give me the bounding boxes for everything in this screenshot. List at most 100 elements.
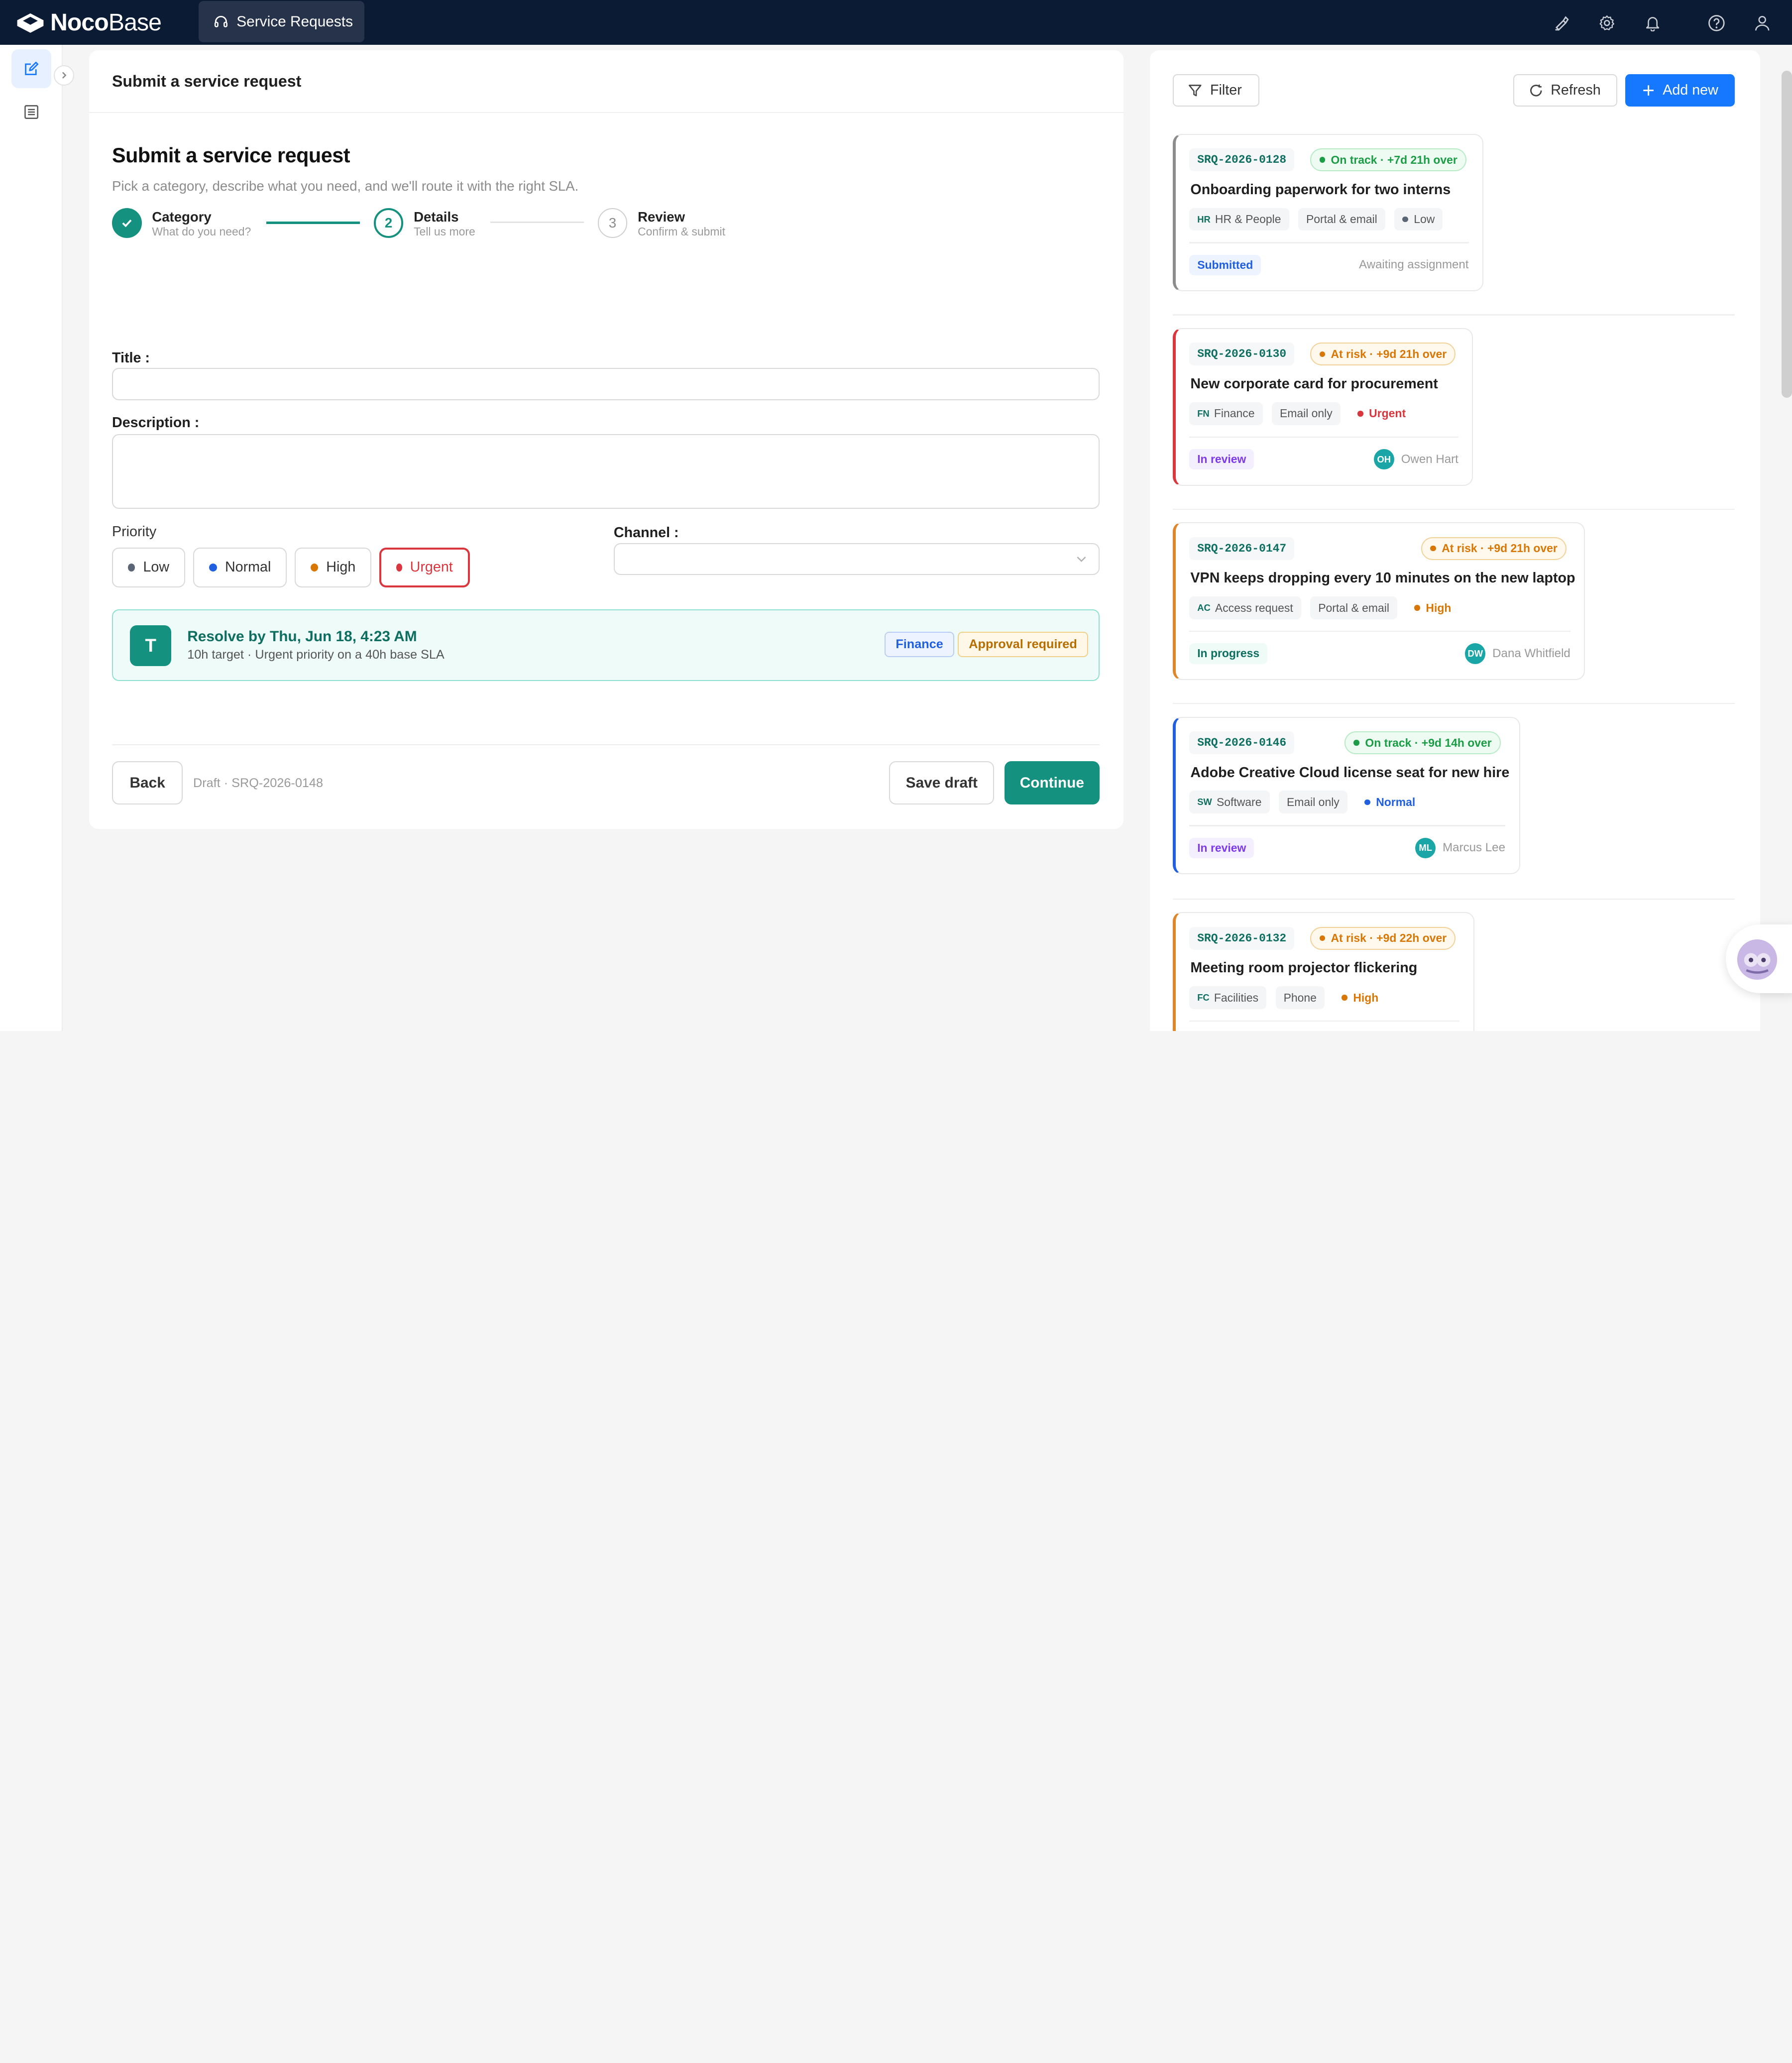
check-icon <box>122 219 132 228</box>
page-scrollbar[interactable] <box>1782 71 1792 398</box>
help-button[interactable] <box>1705 11 1728 34</box>
back-button[interactable]: Back <box>112 761 183 805</box>
channel-chip: Portal & email <box>1298 208 1385 231</box>
priority-dot <box>1414 605 1420 611</box>
step-3-number: 3 <box>597 208 628 238</box>
request-chips: FC Facilities Phone High <box>1189 986 1396 1009</box>
priority-low-label: Low <box>143 559 170 575</box>
priority-chip: Low <box>1394 208 1443 231</box>
app-logo[interactable]: Noco Base <box>15 0 162 45</box>
user-icon <box>1755 15 1770 31</box>
sla-status-text: At risk · +9d 22h over <box>1331 931 1447 945</box>
priority-high-button[interactable]: High <box>295 547 372 588</box>
sla-status-text: At risk · +9d 21h over <box>1331 347 1447 360</box>
channel-select[interactable] <box>613 543 1100 575</box>
description-textarea[interactable] <box>112 434 1100 509</box>
request-id: SRQ-2026-0147 <box>1189 537 1295 560</box>
request-chips: AC Access request Portal & email High <box>1189 596 1468 620</box>
service-request-form-card: Submit a service request Submit a servic… <box>89 50 1123 829</box>
filter-button-label: Filter <box>1210 82 1242 98</box>
sla-summary-banner: T Resolve by Thu, Jun 18, 4:23 AM 10h ta… <box>112 609 1100 682</box>
sla-status-badge: On track · +9d 14h over <box>1344 731 1501 754</box>
status-badge: In review <box>1189 837 1254 858</box>
filter-icon <box>1189 84 1202 96</box>
plus-icon <box>1643 85 1654 96</box>
department-chip: FC Facilities <box>1189 986 1267 1009</box>
brush-icon <box>1555 16 1569 31</box>
save-draft-button[interactable]: Save draft <box>889 761 995 805</box>
assignee: DW Dana Whitfield <box>1465 643 1570 664</box>
title-input[interactable] <box>112 368 1100 400</box>
logo-text-light: Base <box>108 8 162 36</box>
department-abbr: AC <box>1197 602 1211 613</box>
status-badge: Submitted <box>1189 254 1261 275</box>
refresh-button[interactable]: Refresh <box>1513 74 1617 107</box>
step-2-desc: Tell us more <box>414 225 475 238</box>
request-chips: FN Finance Email only Urgent <box>1189 402 1423 425</box>
refresh-button-label: Refresh <box>1551 82 1601 98</box>
department-abbr: SW <box>1197 797 1212 807</box>
user-menu-button[interactable] <box>1751 11 1774 34</box>
priority-dot <box>1357 411 1363 417</box>
card-separator <box>1189 436 1458 438</box>
sla-status-dot <box>1353 740 1359 746</box>
priority-text: Low <box>1414 213 1435 226</box>
chevron-right-icon <box>62 72 67 79</box>
sla-status-badge: At risk · +9d 21h over <box>1310 343 1456 366</box>
department-chip: FN Finance <box>1189 402 1263 425</box>
settings-button[interactable] <box>1595 11 1618 34</box>
sidebar-item-request-list[interactable] <box>11 93 51 131</box>
priority-text: High <box>1426 601 1452 614</box>
sidebar-item-submit-request[interactable] <box>11 49 52 88</box>
left-sidebar <box>0 44 63 1031</box>
sidebar-collapse-toggle[interactable] <box>53 65 75 86</box>
step-2-number: 2 <box>373 208 404 238</box>
request-title: Adobe Creative Cloud license seat for ne… <box>1190 764 1510 781</box>
bell-icon <box>1646 16 1659 32</box>
card-separator <box>1189 1020 1460 1022</box>
request-card[interactable]: SRQ-2026-0147 At risk · +9d 21h over VPN… <box>1172 522 1585 681</box>
channel-chip: Email only <box>1278 791 1347 814</box>
channel-chip: Portal & email <box>1310 596 1398 620</box>
department-name: Facilities <box>1214 991 1259 1004</box>
notifications-button[interactable] <box>1641 11 1664 34</box>
continue-button[interactable]: Continue <box>1005 761 1100 805</box>
request-id: SRQ-2026-0128 <box>1189 148 1295 172</box>
avatar: OH <box>1373 449 1394 470</box>
list-divider <box>1172 702 1735 704</box>
priority-normal-button[interactable]: Normal <box>193 547 287 588</box>
menu-tab-service-requests[interactable]: Service Requests <box>199 1 365 42</box>
request-card[interactable]: SRQ-2026-0130 At risk · +9d 21h over New… <box>1172 328 1473 486</box>
priority-urgent-dot <box>396 563 402 572</box>
request-card[interactable]: SRQ-2026-0128 On track · +7d 21h over On… <box>1172 133 1484 292</box>
assignee-name: Owen Hart <box>1401 452 1458 466</box>
filter-button[interactable]: Filter <box>1172 74 1260 107</box>
draft-status-note: Draft · SRQ-2026-0148 <box>193 776 324 790</box>
request-card[interactable]: SRQ-2026-0132 At risk · +9d 22h over Mee… <box>1172 912 1474 1031</box>
theme-editor-button[interactable] <box>1550 11 1572 34</box>
priority-urgent-button[interactable]: Urgent <box>379 547 470 588</box>
card-separator <box>1189 825 1505 826</box>
department-abbr: FC <box>1197 992 1210 1003</box>
priority-low-button[interactable]: Low <box>112 547 185 588</box>
list-divider <box>1172 898 1735 900</box>
add-new-button[interactable]: Add new <box>1625 74 1735 107</box>
priority-urgent-label: Urgent <box>410 559 453 575</box>
department-chip: HR HR & People <box>1189 208 1289 231</box>
form-heading: Submit a service request <box>112 144 350 167</box>
chevron-down-icon <box>1077 557 1086 562</box>
logo-wordmark: Noco Base <box>50 8 162 36</box>
card-title: Submit a service request <box>89 50 1123 114</box>
department-name: HR & People <box>1215 213 1281 226</box>
request-card[interactable]: SRQ-2026-0146 On track · +9d 14h over Ad… <box>1172 716 1520 875</box>
title-field-label: Title : <box>112 349 150 366</box>
ai-assistant-launcher[interactable] <box>1725 924 1792 994</box>
step-connector-1 <box>266 222 360 224</box>
request-title: Onboarding paperwork for two interns <box>1190 181 1451 198</box>
wizard-steps: Category What do you need? 2 Details Tel… <box>112 206 1100 240</box>
sla-status-dot <box>1319 157 1326 163</box>
request-title: New corporate card for procurement <box>1190 376 1438 392</box>
sla-status-dot <box>1319 935 1326 941</box>
refresh-icon <box>1530 84 1542 97</box>
step-1-done-icon <box>112 208 142 238</box>
